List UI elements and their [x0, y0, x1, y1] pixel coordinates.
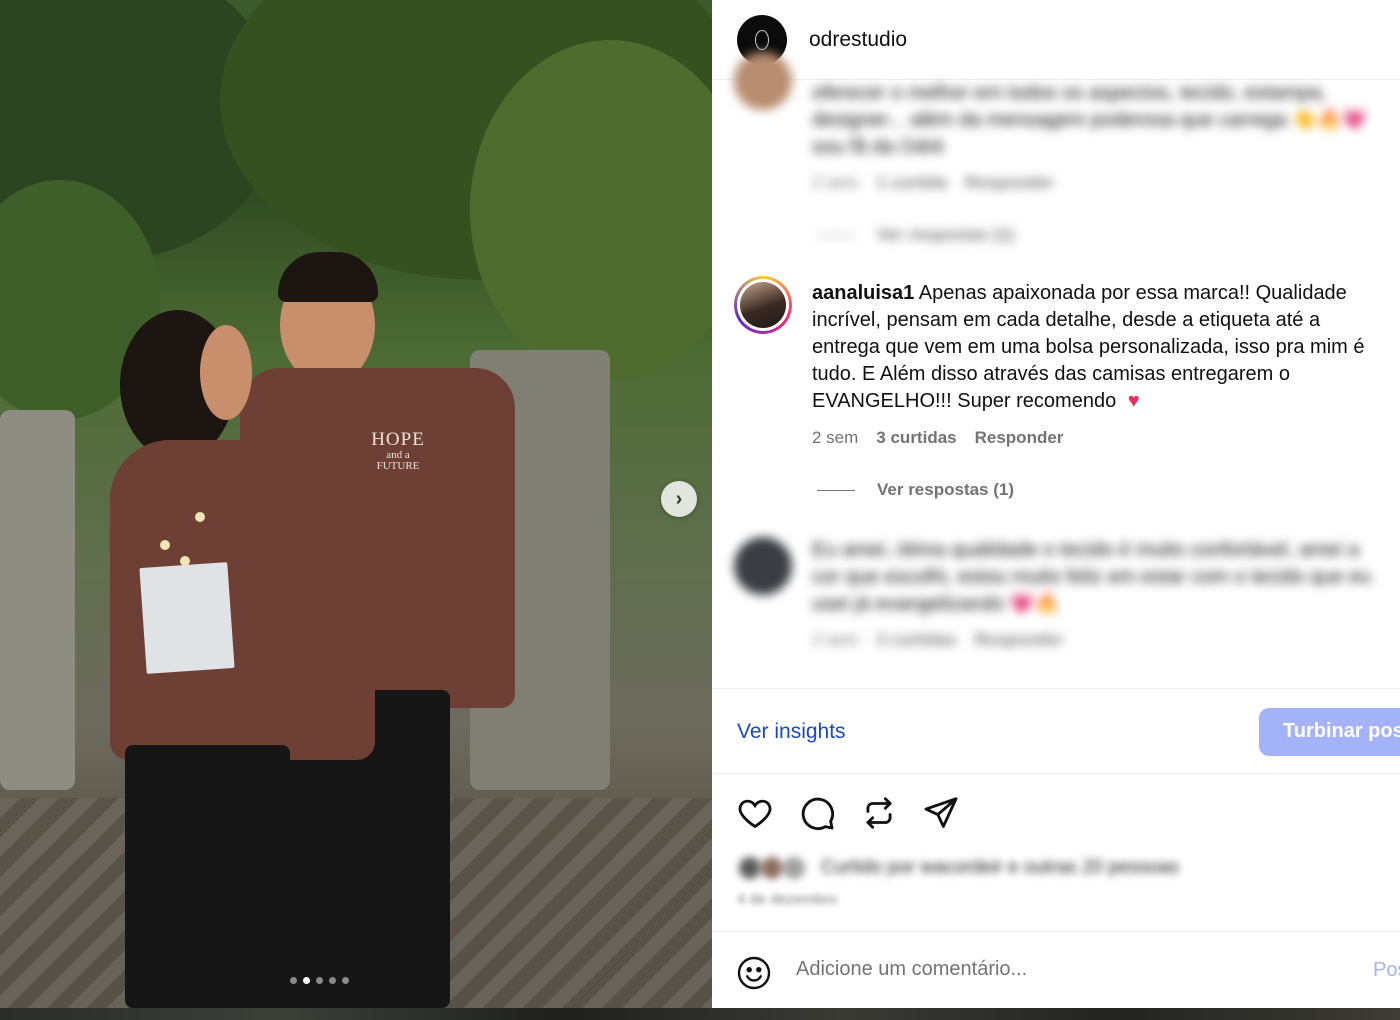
shirt-print: HOPE and a FUTURE — [358, 430, 438, 473]
comment-text: Eu amei, ótima qualidade o tecido é muit… — [812, 539, 1372, 615]
likes-summary[interactable]: Curtido por wacordeir e outras 20 pessoa… — [737, 855, 1179, 881]
post-details-panel: odrestudio oferecer o melhor em todos os… — [712, 0, 1400, 1008]
comment-meta: 2 sem 1 curtida Responder — [812, 173, 1054, 193]
print-line-1: HOPE — [371, 429, 425, 450]
post-author-username[interactable]: odrestudio — [809, 28, 907, 52]
comment-composer: Postar — [712, 931, 1400, 1008]
comment-time: 2 sem — [812, 630, 859, 649]
comment-username[interactable]: aanaluisa1 — [812, 282, 914, 304]
post-comment-button[interactable]: Postar — [1373, 959, 1400, 982]
insights-bar: Ver insights Turbinar post — [712, 688, 1400, 774]
woman-face — [200, 325, 252, 420]
flower-print — [195, 512, 205, 522]
woman-pants — [125, 745, 290, 1008]
view-replies-label: Ver respostas (1) — [877, 480, 1015, 499]
view-replies-button[interactable]: Ver respostas (1) — [817, 225, 1014, 245]
comment-time: 2 sem — [812, 428, 859, 447]
post-header: odrestudio — [712, 0, 1400, 80]
commenter-avatar[interactable] — [734, 52, 792, 110]
divider-line — [817, 234, 855, 236]
instagram-post-window: HOPE and a FUTURE › odrestudio oferecer … — [0, 0, 1400, 1008]
carousel-dot — [290, 977, 297, 984]
send-icon[interactable] — [922, 794, 960, 832]
avatar-ring — [737, 279, 789, 331]
comment-meta: 2 sem 3 curtidas Responder — [812, 630, 1063, 650]
background-strip — [0, 1008, 1400, 1020]
comment-likes[interactable]: 1 curtida — [876, 173, 947, 193]
avatar-photo — [740, 282, 786, 328]
flower-print — [160, 540, 170, 550]
post-date: 4 de dezembro — [737, 891, 838, 908]
shirt-back-print — [139, 562, 235, 674]
commenter-avatar[interactable] — [734, 537, 792, 595]
divider-line — [817, 489, 855, 491]
reply-button[interactable]: Responder — [975, 428, 1064, 448]
carousel-indicator — [290, 977, 349, 984]
comment-likes[interactable]: 3 curtidas — [876, 630, 956, 650]
carousel-dot-active — [303, 977, 310, 984]
stone-wall — [0, 410, 75, 790]
repost-icon[interactable] — [860, 794, 898, 832]
comment-text: oferecer o melhor em todos os aspectos, … — [812, 82, 1367, 158]
carousel-dot — [329, 977, 336, 984]
view-insights-link[interactable]: Ver insights — [737, 720, 846, 744]
commenter-avatar[interactable] — [734, 276, 792, 334]
comment-time: 2 sem — [812, 173, 859, 192]
comment-likes[interactable]: 3 curtidas — [876, 428, 956, 448]
comment-input[interactable] — [796, 958, 1356, 981]
view-replies-label: Ver respostas (1) — [877, 225, 1015, 244]
boost-post-button[interactable]: Turbinar post — [1259, 708, 1400, 756]
carousel-next-button[interactable]: › — [661, 481, 697, 517]
heart-icon[interactable] — [736, 794, 774, 832]
flower-print — [180, 556, 190, 566]
heart-emoji: ♥ — [1127, 390, 1140, 412]
comment-text: aanaluisa1 Apenas apaixonada por essa ma… — [812, 280, 1390, 415]
liker-avatar — [781, 855, 807, 881]
comment-meta: 2 sem 3 curtidas Responder — [812, 428, 1063, 448]
reply-button[interactable]: Responder — [965, 173, 1054, 193]
carousel-dot — [342, 977, 349, 984]
post-actions — [736, 794, 960, 832]
logo-mark — [755, 29, 769, 50]
post-photo[interactable]: HOPE and a FUTURE › — [0, 0, 712, 1008]
smiley-icon[interactable] — [736, 955, 772, 991]
comment-icon[interactable] — [798, 794, 836, 832]
carousel-dot — [316, 977, 323, 984]
likes-summary-text: Curtido por wacordeir e outras 20 pessoa… — [821, 857, 1180, 878]
view-replies-button[interactable]: Ver respostas (1) — [817, 480, 1014, 500]
reply-button[interactable]: Responder — [975, 630, 1064, 650]
